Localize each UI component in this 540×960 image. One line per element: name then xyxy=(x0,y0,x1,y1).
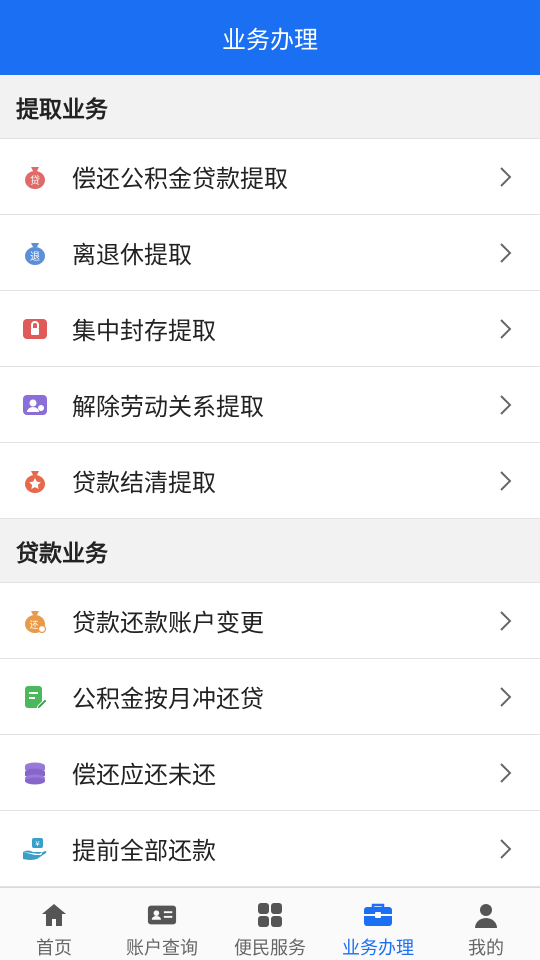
tab-home[interactable]: 首页 xyxy=(0,888,108,960)
briefcase-icon xyxy=(363,900,393,930)
item-label: 公积金按月冲还贷 xyxy=(72,685,264,713)
coin-stack-icon xyxy=(22,760,48,786)
chevron-right-icon xyxy=(494,242,516,264)
tab-account-query[interactable]: 账户查询 xyxy=(108,888,216,960)
item-label: 偿还公积金贷款提取 xyxy=(72,165,288,193)
tab-label: 我的 xyxy=(468,938,504,959)
list-item-sealed-withdrawal[interactable]: 集中封存提取 xyxy=(0,291,540,367)
svg-text:还: 还 xyxy=(29,619,38,631)
chevron-right-icon xyxy=(494,318,516,340)
item-label: 贷款结清提取 xyxy=(72,469,216,497)
tab-label: 首页 xyxy=(36,938,72,959)
tab-label: 业务办理 xyxy=(342,938,414,959)
svg-text:贷: 贷 xyxy=(30,174,40,187)
section-header-loan: 贷款业务 xyxy=(0,519,540,583)
user-icon xyxy=(471,900,501,930)
chevron-right-icon xyxy=(494,394,516,416)
tab-business[interactable]: 业务办理 xyxy=(324,888,432,960)
list-item-labor-termination-withdrawal[interactable]: 解除劳动关系提取 xyxy=(0,367,540,443)
tab-label: 账户查询 xyxy=(126,938,198,959)
page-title: 业务办理 xyxy=(222,26,318,54)
svg-text:退: 退 xyxy=(30,251,40,263)
list-item-monthly-offset[interactable]: 公积金按月冲还贷 xyxy=(0,659,540,735)
item-label: 集中封存提取 xyxy=(72,317,216,345)
tab-label: 便民服务 xyxy=(234,938,306,959)
list-item-retirement-withdrawal[interactable]: 退 离退休提取 xyxy=(0,215,540,291)
app-header: 业务办理 xyxy=(0,0,540,75)
section-title: 贷款业务 xyxy=(16,540,108,567)
retire-bag-icon: 退 xyxy=(22,240,48,266)
hand-money-icon: ¥ xyxy=(22,836,48,862)
svg-text:¥: ¥ xyxy=(35,840,40,848)
id-card-icon xyxy=(147,900,177,930)
list-item-repay-overdue[interactable]: 偿还应还未还 xyxy=(0,735,540,811)
grid-icon xyxy=(255,900,285,930)
section-title: 提取业务 xyxy=(16,96,108,123)
section-header-withdrawal: 提取业务 xyxy=(0,75,540,139)
item-label: 解除劳动关系提取 xyxy=(72,393,264,421)
lock-icon xyxy=(22,316,48,342)
content-list: 提取业务 贷 偿还公积金贷款提取 退 离退休提取 集中封存提取 解除劳动关系提取… xyxy=(0,75,540,887)
star-bag-icon xyxy=(22,468,48,494)
tab-mine[interactable]: 我的 xyxy=(432,888,540,960)
account-change-bag-icon: 还 xyxy=(22,608,48,634)
person-card-icon xyxy=(22,392,48,418)
chevron-right-icon xyxy=(494,686,516,708)
chevron-right-icon xyxy=(494,762,516,784)
chevron-right-icon xyxy=(494,166,516,188)
bottom-tab-bar: 首页 账户查询 便民服务 业务办理 我的 xyxy=(0,887,540,960)
chevron-right-icon xyxy=(494,610,516,632)
list-item-loan-repay-withdrawal[interactable]: 贷 偿还公积金贷款提取 xyxy=(0,139,540,215)
list-item-repay-account-change[interactable]: 还 贷款还款账户变更 xyxy=(0,583,540,659)
home-icon xyxy=(39,900,69,930)
item-label: 贷款还款账户变更 xyxy=(72,609,264,637)
chevron-right-icon xyxy=(494,470,516,492)
item-label: 提前全部还款 xyxy=(72,837,216,865)
loan-repay-bag-icon: 贷 xyxy=(22,164,48,190)
list-item-early-full-repayment[interactable]: ¥ 提前全部还款 xyxy=(0,811,540,887)
document-edit-icon xyxy=(22,684,48,710)
list-item-loan-settled-withdrawal[interactable]: 贷款结清提取 xyxy=(0,443,540,519)
item-label: 偿还应还未还 xyxy=(72,761,216,789)
tab-convenience-services[interactable]: 便民服务 xyxy=(216,888,324,960)
chevron-right-icon xyxy=(494,838,516,860)
item-label: 离退休提取 xyxy=(72,241,192,269)
